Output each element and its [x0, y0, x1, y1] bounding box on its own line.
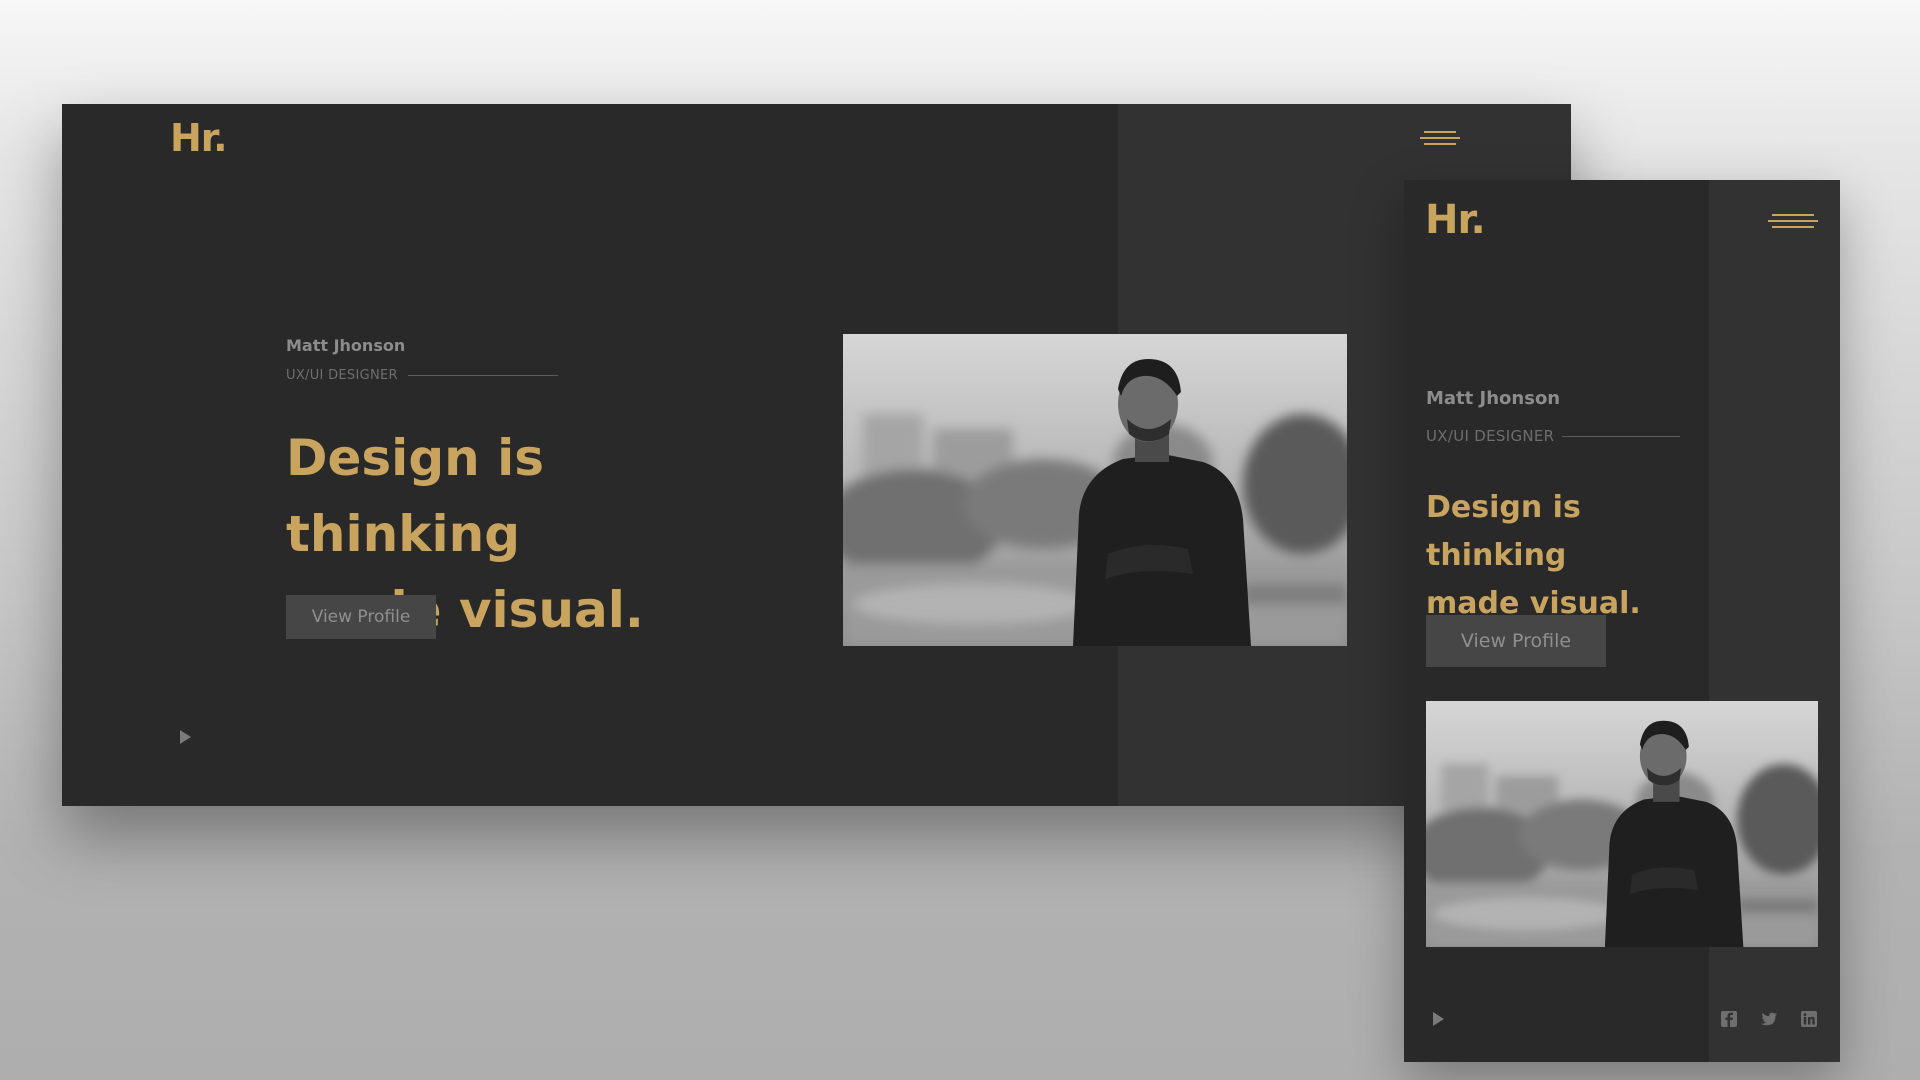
role-divider: [407, 375, 558, 376]
profile-role: UX/UI DESIGNER: [1426, 427, 1555, 445]
mobile-logo[interactable]: Hr.: [1425, 197, 1486, 243]
hero-headline-line1: Design is thinking: [286, 429, 545, 563]
profile-role: UX/UI DESIGNER: [286, 368, 398, 383]
profile-name: Matt Jhonson: [1426, 388, 1561, 409]
hamburger-menu-icon[interactable]: [1420, 131, 1460, 145]
view-profile-button[interactable]: View Profile: [286, 595, 436, 639]
view-profile-button[interactable]: View Profile: [1426, 615, 1606, 667]
hero-headline: Design is thinking made visual.: [1426, 484, 1716, 628]
role-divider: [1562, 435, 1681, 437]
linkedin-icon[interactable]: [1800, 1010, 1818, 1028]
role-row: UX/UI DESIGNER: [286, 368, 558, 383]
facebook-icon[interactable]: [1720, 1010, 1738, 1028]
play-icon[interactable]: [180, 730, 191, 744]
profile-photo: [843, 334, 1347, 646]
hamburger-menu-icon[interactable]: [1768, 214, 1818, 228]
profile-name: Matt Jhonson: [286, 336, 406, 355]
twitter-icon[interactable]: [1760, 1010, 1778, 1028]
desktop-logo[interactable]: Hr.: [170, 116, 228, 160]
play-icon[interactable]: [1433, 1012, 1444, 1026]
profile-photo: [1426, 701, 1818, 947]
social-links: [1720, 1010, 1818, 1028]
desktop-mockup: Hr. Matt Jhonson UX/UI DESIGNER Design i…: [62, 104, 1571, 806]
role-row: UX/UI DESIGNER: [1426, 427, 1681, 445]
hero-headline-line1: Design is thinking: [1426, 490, 1581, 573]
mobile-mockup: Hr. Matt Jhonson UX/UI DESIGNER Design i…: [1404, 180, 1840, 1062]
